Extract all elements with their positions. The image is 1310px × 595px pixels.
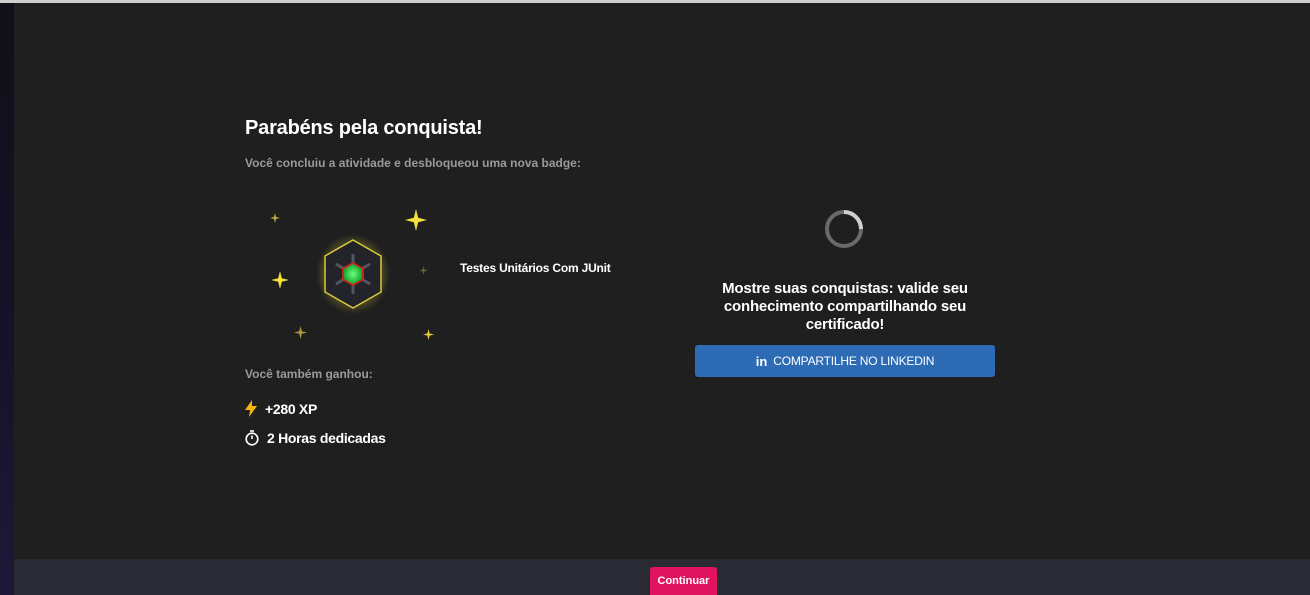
- sparkle-icon: [270, 213, 280, 223]
- sparkle-icon: [405, 209, 427, 231]
- sparkle-icon: [423, 329, 434, 340]
- sparkle-icon: [419, 266, 428, 275]
- share-linkedin-label: COMPARTILHE NO LINKEDIN: [773, 354, 935, 368]
- continue-button[interactable]: Continuar: [650, 567, 717, 595]
- achievement-subtitle: Você concluiu a atividade e desbloqueou …: [245, 156, 581, 170]
- achievement-panel: [14, 3, 1310, 559]
- reward-hours: 2 Horas dedicadas: [245, 430, 386, 446]
- page-title: Parabéns pela conquista!: [245, 117, 483, 139]
- badge-name: Testes Unitários Com JUnit: [460, 261, 611, 275]
- sparkle-icon: [271, 271, 289, 289]
- rewards-label: Você também ganhou:: [245, 367, 373, 381]
- stopwatch-icon: [245, 430, 259, 446]
- sparkle-icon: [294, 326, 307, 339]
- badge-display: [262, 203, 442, 348]
- share-linkedin-button[interactable]: in COMPARTILHE NO LINKEDIN: [695, 345, 995, 377]
- lightning-icon: [245, 400, 257, 417]
- hexagon-badge-icon: [316, 234, 390, 314]
- reward-hours-text: 2 Horas dedicadas: [267, 430, 386, 446]
- reward-xp-text: +280 XP: [265, 400, 317, 417]
- reward-xp: +280 XP: [245, 400, 317, 417]
- left-side-strip: [0, 3, 14, 595]
- share-message: Mostre suas conquistas: valide seu conhe…: [722, 280, 968, 333]
- loading-spinner-icon: [825, 210, 863, 248]
- linkedin-icon: in: [755, 353, 768, 369]
- continue-label: Continuar: [657, 575, 710, 587]
